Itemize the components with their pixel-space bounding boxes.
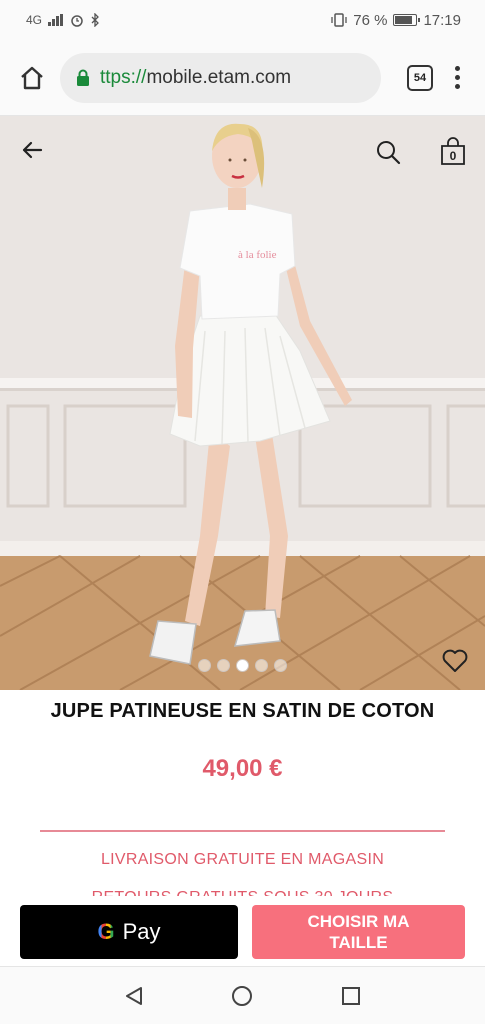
browser-toolbar: ttps://mobile.etam.com 54	[0, 40, 485, 116]
carousel-dot[interactable]	[236, 659, 249, 672]
clock: 17:19	[423, 11, 461, 29]
tab-switcher-button[interactable]: 54	[407, 64, 433, 91]
search-icon	[377, 141, 401, 165]
status-icons-right: 76 % 17:19	[331, 12, 461, 29]
url-host: mobile.etam.com	[146, 66, 292, 88]
choose-size-button[interactable]: CHOISIR MA TAILLE	[252, 905, 465, 959]
system-nav-bar	[0, 966, 485, 1024]
cart-count: 0	[450, 149, 457, 163]
carousel-dot[interactable]	[255, 659, 268, 672]
heart-icon	[442, 649, 468, 672]
product-image-carousel[interactable]: à la folie 0	[0, 116, 485, 690]
nav-back-button[interactable]	[116, 978, 152, 1014]
cart-button[interactable]: 0	[436, 134, 470, 168]
home-button[interactable]	[16, 62, 48, 94]
network-label: 4G	[26, 13, 43, 27]
product-title: JUPE PATINEUSE EN SATIN DE COTON	[50, 700, 435, 722]
battery-percent: 76 %	[353, 11, 388, 29]
free-delivery-info: LIVRAISON GRATUITE EN MAGASIN	[100, 851, 385, 868]
product-price: 49,00 €	[202, 755, 283, 782]
status-icons-left: 4G	[26, 13, 100, 27]
bluetooth-icon	[91, 13, 99, 27]
shirt-print: à la folie	[238, 249, 277, 261]
back-arrow-icon	[22, 141, 43, 159]
nav-recents-button[interactable]	[333, 978, 369, 1014]
search-button[interactable]	[372, 136, 404, 168]
nav-back-icon	[126, 986, 143, 1005]
google-pay-label: Pay	[122, 919, 161, 944]
carousel-dot[interactable]	[198, 659, 211, 672]
url-scheme: ttps://	[100, 66, 147, 88]
nav-home-icon	[232, 985, 253, 1006]
carousel-dot[interactable]	[217, 659, 230, 672]
carousel-dot[interactable]	[274, 659, 287, 672]
lock-icon	[77, 69, 89, 86]
url-text: ttps://mobile.etam.com	[100, 67, 291, 89]
signal-icon	[48, 14, 64, 26]
menu-icon[interactable]	[445, 62, 469, 94]
address-bar[interactable]: ttps://mobile.etam.com	[60, 52, 381, 103]
carousel-dots[interactable]	[198, 659, 287, 672]
nav-home-button[interactable]	[224, 978, 260, 1014]
battery-icon	[393, 14, 421, 26]
divider	[40, 830, 445, 832]
vibrate-icon	[331, 13, 347, 27]
nav-recents-icon	[341, 986, 360, 1005]
bag-icon: 0	[441, 137, 465, 165]
alarm-icon	[71, 15, 83, 27]
home-icon	[21, 66, 43, 89]
status-bar: 4G 76 % 17:19	[0, 0, 485, 40]
back-button[interactable]	[16, 134, 48, 166]
product-photo: à la folie	[0, 116, 485, 690]
google-g-icon: G	[97, 919, 115, 944]
wishlist-button[interactable]	[440, 646, 470, 676]
google-pay-button[interactable]: G Pay	[20, 905, 238, 959]
sticky-action-bar: G Pay CHOISIR MA TAILLE	[0, 896, 485, 972]
